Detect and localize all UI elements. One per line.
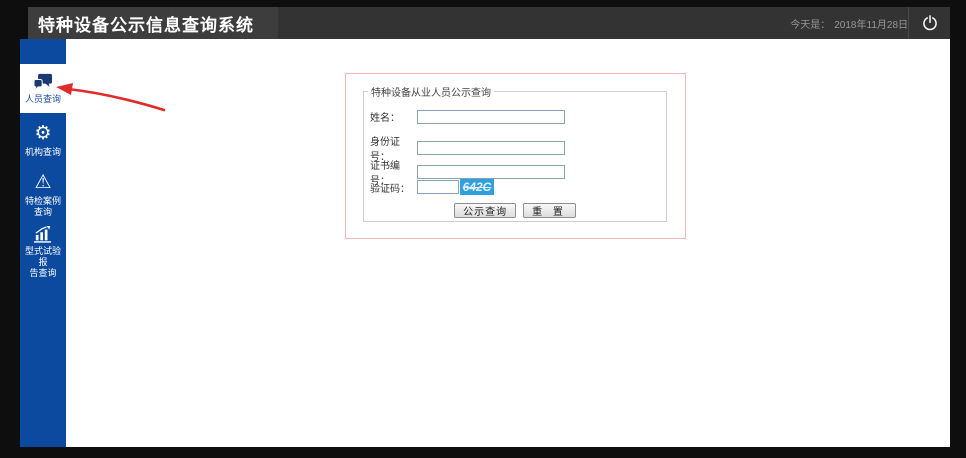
sidebar-item-label-line2: 查询 xyxy=(33,207,52,217)
bar-chart-icon xyxy=(34,226,52,243)
header-bar: 特种设备公示信息查询系统 今天是： 2018年11月28日 xyxy=(28,7,950,39)
name-input[interactable] xyxy=(417,109,565,124)
sidebar-item-institution-query[interactable]: ⚙ 机构查询 xyxy=(20,118,66,164)
main-content: 特种设备从业人员公示查询 姓名： 身份证号： 证书编号： 验证码： 642C 公… xyxy=(66,39,950,447)
date-display: 今天是： 2018年11月28日 xyxy=(790,7,908,39)
sidebar-item-inspection-case-query[interactable]: ⚠ 特检案例 查询 xyxy=(20,167,66,224)
sidebar-nav: 人员查询 ⚙ 机构查询 ⚠ 特检案例 查询 型式试验报 告查询 xyxy=(20,39,66,447)
captcha-label: 验证码： xyxy=(370,183,410,195)
page-title: 特种设备公示信息查询系统 xyxy=(38,15,254,35)
id-number-input[interactable] xyxy=(417,141,565,155)
captcha-field-row: 验证码： 642C xyxy=(370,179,494,195)
date-value: 2018年11月28日 xyxy=(834,19,908,31)
personnel-query-fieldset: 特种设备从业人员公示查询 姓名： 身份证号： 证书编号： 验证码： 642C 公… xyxy=(363,84,667,222)
public-query-button[interactable]: 公示查询 xyxy=(454,203,517,218)
captcha-input[interactable] xyxy=(417,180,459,194)
chat-bubbles-icon xyxy=(33,73,52,91)
fieldset-legend: 特种设备从业人员公示查询 xyxy=(371,88,491,99)
sidebar-item-type-test-report-query[interactable]: 型式试验报 告查询 xyxy=(20,220,66,285)
power-icon xyxy=(922,15,937,31)
gear-icon: ⚙ xyxy=(34,123,52,144)
name-label: 姓名： xyxy=(370,113,400,124)
button-row: 公示查询 重 置 xyxy=(364,203,666,218)
sidebar-item-label-line1: 型式试验报 xyxy=(24,246,61,267)
title-area: 特种设备公示信息查询系统 xyxy=(28,7,278,39)
certificate-number-input[interactable] xyxy=(417,165,565,179)
reset-button[interactable]: 重 置 xyxy=(523,203,576,218)
query-form-container: 特种设备从业人员公示查询 姓名： 身份证号： 证书编号： 验证码： 642C 公… xyxy=(345,73,686,239)
sidebar-item-label: 人员查询 xyxy=(24,93,61,104)
name-field-row: 姓名： xyxy=(370,109,565,124)
warning-icon: ⚠ xyxy=(34,172,52,193)
sidebar-item-label: 机构查询 xyxy=(24,147,61,157)
sidebar-item-label-line2: 告查询 xyxy=(29,268,57,278)
date-label: 今天是： xyxy=(790,19,831,31)
sidebar-item-label-line1: 特检案例 xyxy=(24,196,61,206)
captcha-image[interactable]: 642C xyxy=(460,179,494,195)
sidebar-item-personnel-query[interactable]: 人员查询 xyxy=(20,64,66,113)
logout-button[interactable] xyxy=(909,7,950,39)
